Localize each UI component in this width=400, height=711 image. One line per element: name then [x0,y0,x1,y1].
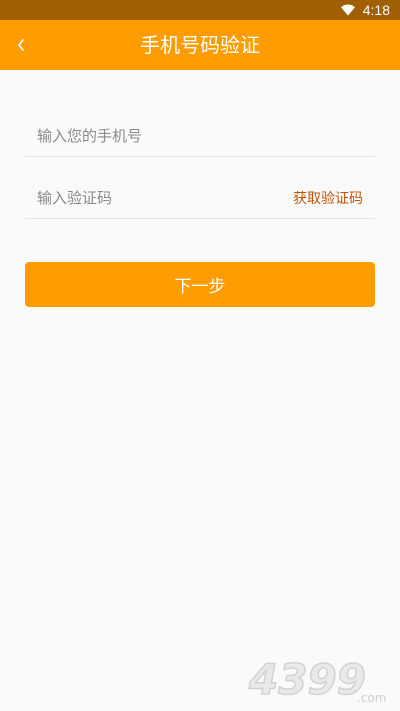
verification-code-input[interactable] [37,178,267,218]
page-title: 手机号码验证 [140,33,260,57]
watermark-logo: 4399 .com [247,654,386,705]
app-bar: 手机号码验证 [0,20,400,70]
next-button[interactable]: 下一步 [25,262,375,307]
watermark-suffix: .com [357,691,386,705]
code-field: 获取验证码 [25,178,375,219]
status-time: 4:18 [362,2,390,18]
wifi-icon [341,4,355,16]
status-bar: 4:18 [0,0,400,20]
phone-input[interactable] [37,116,367,156]
phone-field [25,116,375,157]
get-code-button[interactable]: 获取验证码 [293,178,363,218]
watermark-text: 4399 [248,655,366,704]
